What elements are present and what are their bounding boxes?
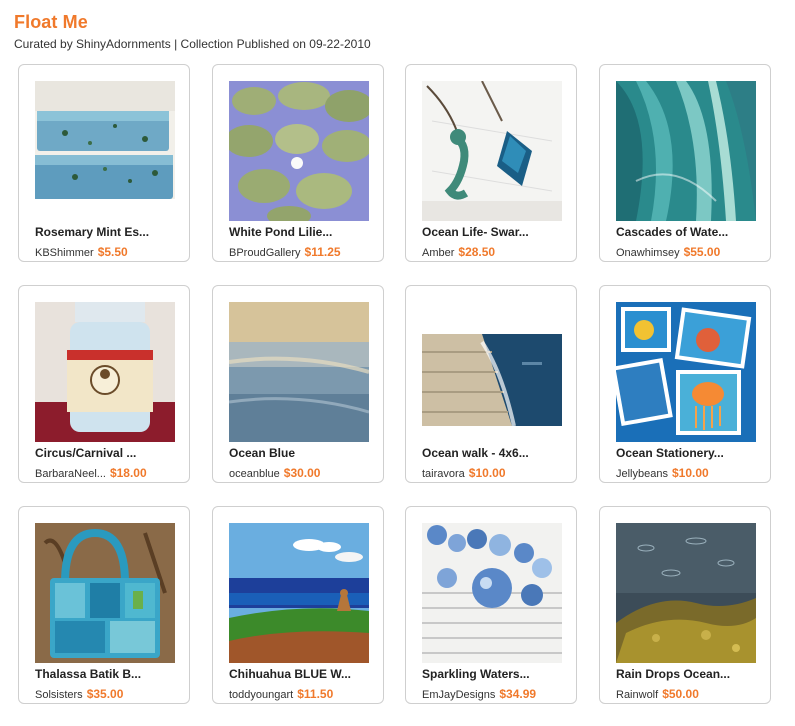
item-thumbnail-pond-lilies[interactable] (229, 81, 369, 221)
shop-name[interactable]: BarbaraNeel... (35, 468, 106, 480)
item-meta: Amber $28.50 (422, 245, 495, 259)
item-thumbnail-soap[interactable] (35, 81, 175, 221)
item-thumbnail-chihuahua-painting[interactable] (229, 523, 369, 663)
item-price: $10.00 (468, 466, 506, 480)
item-card[interactable]: Rain Drops Ocean... Rainwolf $50.00 (599, 506, 771, 704)
item-card[interactable]: Chihuahua BLUE W... toddyoungart $11.50 (212, 506, 384, 704)
item-price: $30.00 (283, 466, 321, 480)
shop-name[interactable]: Solsisters (35, 689, 83, 701)
item-title[interactable]: Rain Drops Ocean... (616, 667, 762, 681)
item-price: $28.50 (458, 245, 496, 259)
item-meta: Jellybeans $10.00 (616, 466, 709, 480)
item-thumbnail-ocean-walk[interactable] (422, 302, 562, 442)
item-meta: tairavora $10.00 (422, 466, 506, 480)
item-card[interactable]: White Pond Lilie... BProudGallery $11.25 (212, 64, 384, 262)
item-card[interactable]: Ocean walk - 4x6... tairavora $10.00 (405, 285, 577, 483)
item-card[interactable]: Cascades of Wate... Onawhimsey $55.00 (599, 64, 771, 262)
item-price: $18.00 (109, 466, 147, 480)
item-meta: EmJayDesigns $34.99 (422, 687, 536, 701)
item-meta: Rainwolf $50.00 (616, 687, 699, 701)
item-price: $10.00 (671, 466, 709, 480)
items-grid: Rosemary Mint Es... KBShimmer $5.50 White… (0, 0, 795, 726)
item-card[interactable]: Thalassa Batik B... Solsisters $35.00 (18, 506, 190, 704)
item-meta: oceanblue $30.00 (229, 466, 320, 480)
item-title[interactable]: Cascades of Wate... (616, 225, 762, 239)
item-title[interactable]: Ocean Life- Swar... (422, 225, 568, 239)
item-meta: toddyoungart $11.50 (229, 687, 333, 701)
item-meta: BarbaraNeel... $18.00 (35, 466, 147, 480)
item-meta: KBShimmer $5.50 (35, 245, 128, 259)
item-price: $11.50 (297, 687, 334, 701)
item-price: $35.00 (86, 687, 124, 701)
shop-name[interactable]: Rainwolf (616, 689, 658, 701)
item-title[interactable]: Rosemary Mint Es... (35, 225, 181, 239)
item-thumbnail-cascades[interactable] (616, 81, 756, 221)
item-card[interactable]: Ocean Stationery... Jellybeans $10.00 (599, 285, 771, 483)
item-card[interactable]: Rosemary Mint Es... KBShimmer $5.50 (18, 64, 190, 262)
shop-name[interactable]: Onawhimsey (616, 247, 680, 259)
item-price: $5.50 (97, 245, 128, 259)
item-price: $34.99 (499, 687, 537, 701)
item-thumbnail-circus-bottle[interactable] (35, 302, 175, 442)
item-title[interactable]: Sparkling Waters... (422, 667, 568, 681)
item-price: $50.00 (662, 687, 699, 701)
item-card[interactable]: Circus/Carnival ... BarbaraNeel... $18.00 (18, 285, 190, 483)
shop-name[interactable]: tairavora (422, 468, 465, 480)
shop-name[interactable]: oceanblue (229, 468, 280, 480)
item-title[interactable]: Ocean Blue (229, 446, 375, 460)
item-meta: Onawhimsey $55.00 (616, 245, 720, 259)
item-title[interactable]: White Pond Lilie... (229, 225, 375, 239)
item-card[interactable]: Ocean Blue oceanblue $30.00 (212, 285, 384, 483)
item-price: $11.25 (304, 245, 341, 259)
item-price: $55.00 (683, 245, 721, 259)
shop-name[interactable]: Amber (422, 247, 454, 259)
item-card[interactable]: Ocean Life- Swar... Amber $28.50 (405, 64, 577, 262)
item-title[interactable]: Ocean Stationery... (616, 446, 762, 460)
item-meta: Solsisters $35.00 (35, 687, 123, 701)
item-thumbnail-batik-bag[interactable] (35, 523, 175, 663)
item-thumbnail-ocean-blue[interactable] (229, 302, 369, 442)
shop-name[interactable]: toddyoungart (229, 689, 293, 701)
shop-name[interactable]: EmJayDesigns (422, 689, 495, 701)
shop-name[interactable]: BProudGallery (229, 247, 301, 259)
item-title[interactable]: Thalassa Batik B... (35, 667, 181, 681)
item-title[interactable]: Circus/Carnival ... (35, 446, 181, 460)
item-card[interactable]: Sparkling Waters... EmJayDesigns $34.99 (405, 506, 577, 704)
item-title[interactable]: Chihuahua BLUE W... (229, 667, 375, 681)
shop-name[interactable]: KBShimmer (35, 247, 94, 259)
item-thumbnail-rain-drops[interactable] (616, 523, 756, 663)
item-thumbnail-ocean-stationery[interactable] (616, 302, 756, 442)
item-thumbnail-lampwork-bracelet[interactable] (422, 523, 562, 663)
item-meta: BProudGallery $11.25 (229, 245, 341, 259)
item-title[interactable]: Ocean walk - 4x6... (422, 446, 568, 460)
item-thumbnail-seahorse-necklace[interactable] (422, 81, 562, 221)
shop-name[interactable]: Jellybeans (616, 468, 668, 480)
